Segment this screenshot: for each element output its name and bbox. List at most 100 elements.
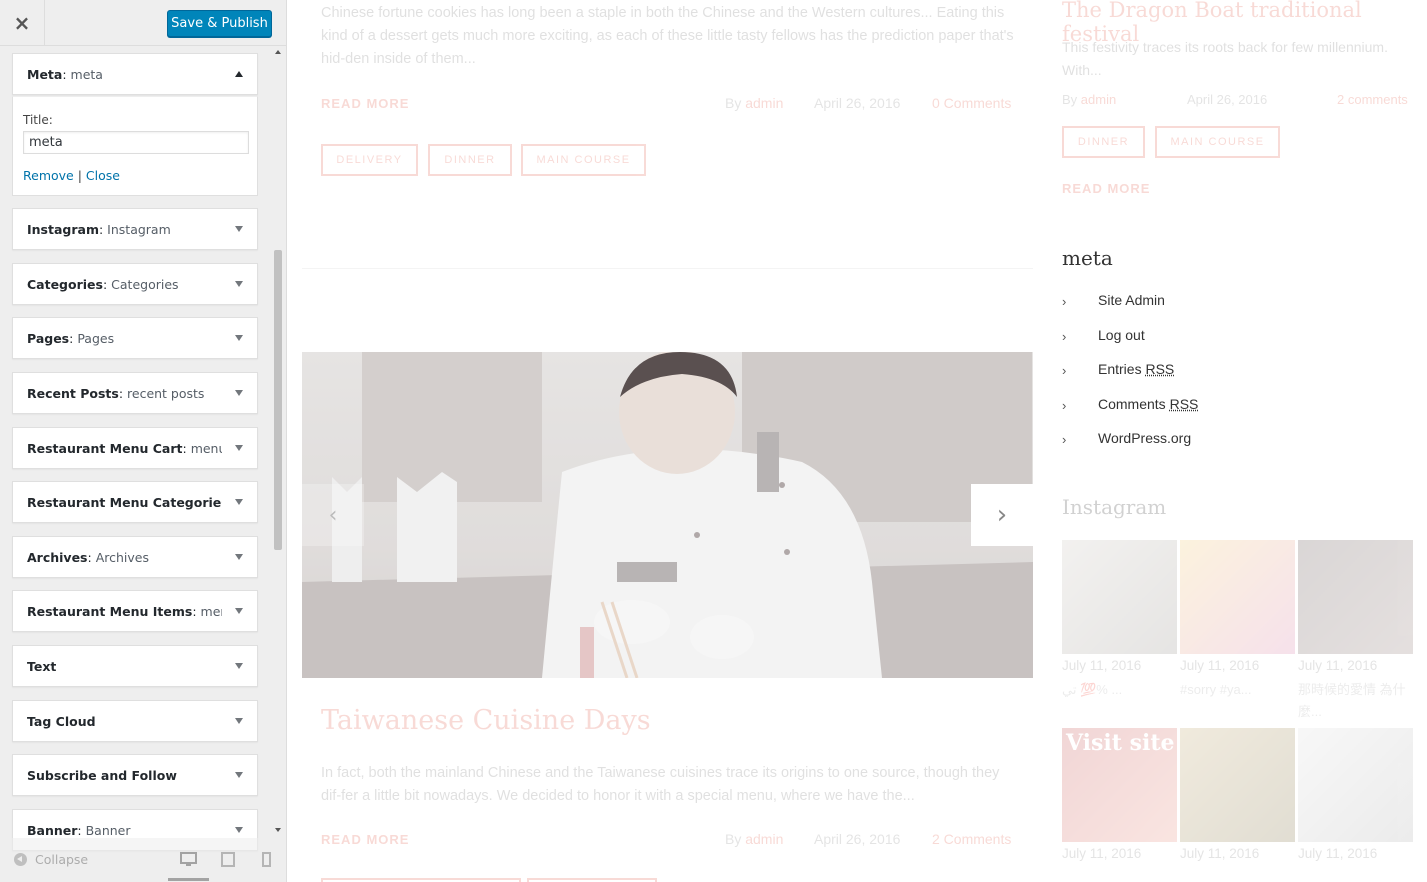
widget-name: Archives (27, 550, 88, 565)
instagram-photo[interactable] (1298, 728, 1413, 842)
chevron-right-icon: › (1062, 363, 1067, 378)
comments-link[interactable]: 0 Comments (932, 95, 1011, 111)
slider-prev-button[interactable]: ‹ (302, 484, 364, 546)
expand-arrow-icon[interactable] (235, 827, 243, 833)
widget-meta[interactable]: Meta: meta (12, 53, 258, 95)
expand-arrow-icon[interactable] (235, 281, 243, 287)
widget-archives[interactable]: Archives: Archives (12, 536, 258, 578)
tablet-preview-icon[interactable] (221, 852, 235, 871)
expand-arrow-icon[interactable] (235, 445, 243, 451)
collapse-arrow-icon[interactable] (235, 71, 243, 77)
remove-link[interactable]: Remove (23, 168, 74, 183)
widget-subtitle: Banner (85, 823, 131, 838)
active-device-indicator (168, 878, 209, 881)
scrollbar-thumb[interactable] (274, 250, 282, 550)
post-divider (302, 268, 1033, 269)
comments-link[interactable]: 2 Comments (932, 831, 1011, 847)
widget-subscribe-and-follow[interactable]: Subscribe and Follow (12, 754, 258, 796)
widget-tag-cloud[interactable]: Tag Cloud (12, 700, 258, 742)
tag-dinner[interactable]: DINNER (428, 144, 512, 176)
save-publish-button[interactable]: Save & Publish (167, 10, 272, 37)
widget-subtitle: meta (70, 67, 103, 82)
widget-pages[interactable]: Pages: Pages (12, 317, 258, 359)
read-more-link[interactable]: READ MORE (321, 96, 409, 111)
instagram-date: July 11, 2016 (1180, 658, 1260, 673)
tag-main-course[interactable]: MAIN COURSE (521, 144, 646, 176)
tag-main-course[interactable]: MAIN COURSE (1155, 126, 1280, 158)
expand-arrow-icon[interactable] (235, 663, 243, 669)
author-link[interactable]: admin (745, 831, 783, 847)
post-comments[interactable]: 2 Comments (932, 831, 1011, 847)
widget-name: Recent Posts (27, 386, 119, 401)
tag-dinner[interactable]: DINNER (1062, 126, 1145, 158)
read-more-link[interactable]: READ MORE (321, 832, 409, 847)
read-more-link[interactable]: READ MORE (1062, 181, 1150, 196)
expand-arrow-icon[interactable] (235, 499, 243, 505)
widget-colon: : (118, 386, 128, 401)
instagram-photo[interactable]: Visit site (1062, 728, 1177, 842)
title-input[interactable] (23, 131, 249, 154)
expand-arrow-icon[interactable] (235, 554, 243, 560)
post-author: By admin (725, 831, 783, 847)
expand-arrow-icon[interactable] (235, 718, 243, 724)
post-date: April 26, 2016 (814, 831, 901, 847)
expand-arrow-icon[interactable] (235, 772, 243, 778)
chevron-left-icon: ‹ (328, 502, 338, 528)
instagram-caption: #sorry #ya... (1180, 682, 1252, 697)
mobile-preview-icon[interactable] (262, 852, 271, 871)
expand-arrow-icon[interactable] (235, 335, 243, 341)
scroll-down-arrow-icon[interactable] (275, 828, 281, 832)
comments-link[interactable]: 2 comments (1337, 92, 1408, 107)
separator: | (77, 168, 82, 183)
widget-instagram[interactable]: Instagram: Instagram (12, 208, 258, 250)
rss-abbr: RSS (1169, 396, 1199, 412)
close-link[interactable]: Close (86, 168, 120, 183)
tag-delivery[interactable]: DELIVERY (321, 144, 418, 176)
widget-colon: : (77, 823, 86, 838)
widget-subtitle: Archives (95, 550, 149, 565)
instagram-photo[interactable] (1298, 540, 1413, 654)
instagram-photo[interactable] (1062, 540, 1177, 654)
widget-colon: : (182, 441, 191, 456)
instagram-date: July 11, 2016 (1298, 846, 1378, 861)
expand-arrow-icon[interactable] (235, 390, 243, 396)
close-customizer-button[interactable]: × (0, 0, 45, 46)
instagram-photo[interactable] (1180, 728, 1295, 842)
instagram-caption: 那時候的愛情 為什麼... (1298, 682, 1406, 719)
site-preview: Chinese fortune cookies has long been a … (287, 0, 1427, 882)
author-link[interactable]: admin (1081, 92, 1116, 107)
close-icon: × (13, 11, 31, 35)
instagram-widget-title: Instagram (1062, 495, 1167, 519)
scroll-up-arrow-icon[interactable] (275, 50, 281, 54)
widget-text[interactable]: Text (12, 645, 258, 687)
rss-abbr: RSS (1145, 361, 1175, 377)
side-post-excerpt: This festivity traces its roots back for… (1062, 39, 1388, 78)
widget-colon: : (87, 550, 96, 565)
expand-arrow-icon[interactable] (235, 608, 243, 614)
widget-restaurant-menu-cart[interactable]: Restaurant Menu Cart: menu ... (12, 427, 258, 469)
side-post-comments[interactable]: 2 comments (1337, 92, 1408, 107)
author-link[interactable]: admin (745, 95, 783, 111)
instagram-photo[interactable] (1180, 540, 1295, 654)
featured-image-slider[interactable]: ‹ › (302, 352, 1033, 678)
tag-partial (321, 878, 521, 882)
sidebar-scrollbar[interactable] (270, 46, 286, 836)
widget-restaurant-menu-categories[interactable]: Restaurant Menu Categories: ... (12, 481, 258, 523)
widget-name: Instagram (27, 222, 99, 237)
widget-colon: : (102, 277, 112, 292)
by-label: By (1062, 92, 1078, 107)
widget-name: Tag Cloud (27, 714, 96, 729)
widget-recent-posts[interactable]: Recent Posts: recent posts (12, 372, 258, 414)
widget-restaurant-menu-items[interactable]: Restaurant Menu Items: men... (12, 590, 258, 632)
widget-colon: : (192, 604, 201, 619)
expand-arrow-icon[interactable] (235, 226, 243, 232)
post-comments[interactable]: 0 Comments (932, 95, 1011, 111)
desktop-preview-icon[interactable] (180, 852, 197, 871)
meta-widget-form: Title: Remove | Close (12, 96, 258, 196)
widget-categories[interactable]: Categories: Categories (12, 263, 258, 305)
widget-subtitle: men... (200, 604, 222, 619)
post-title[interactable]: Taiwanese Cuisine Days (321, 705, 651, 736)
slider-next-button[interactable]: › (971, 484, 1033, 546)
collapse-button[interactable]: Collapse (14, 852, 88, 867)
widget-name: Subscribe and Follow (27, 768, 177, 783)
